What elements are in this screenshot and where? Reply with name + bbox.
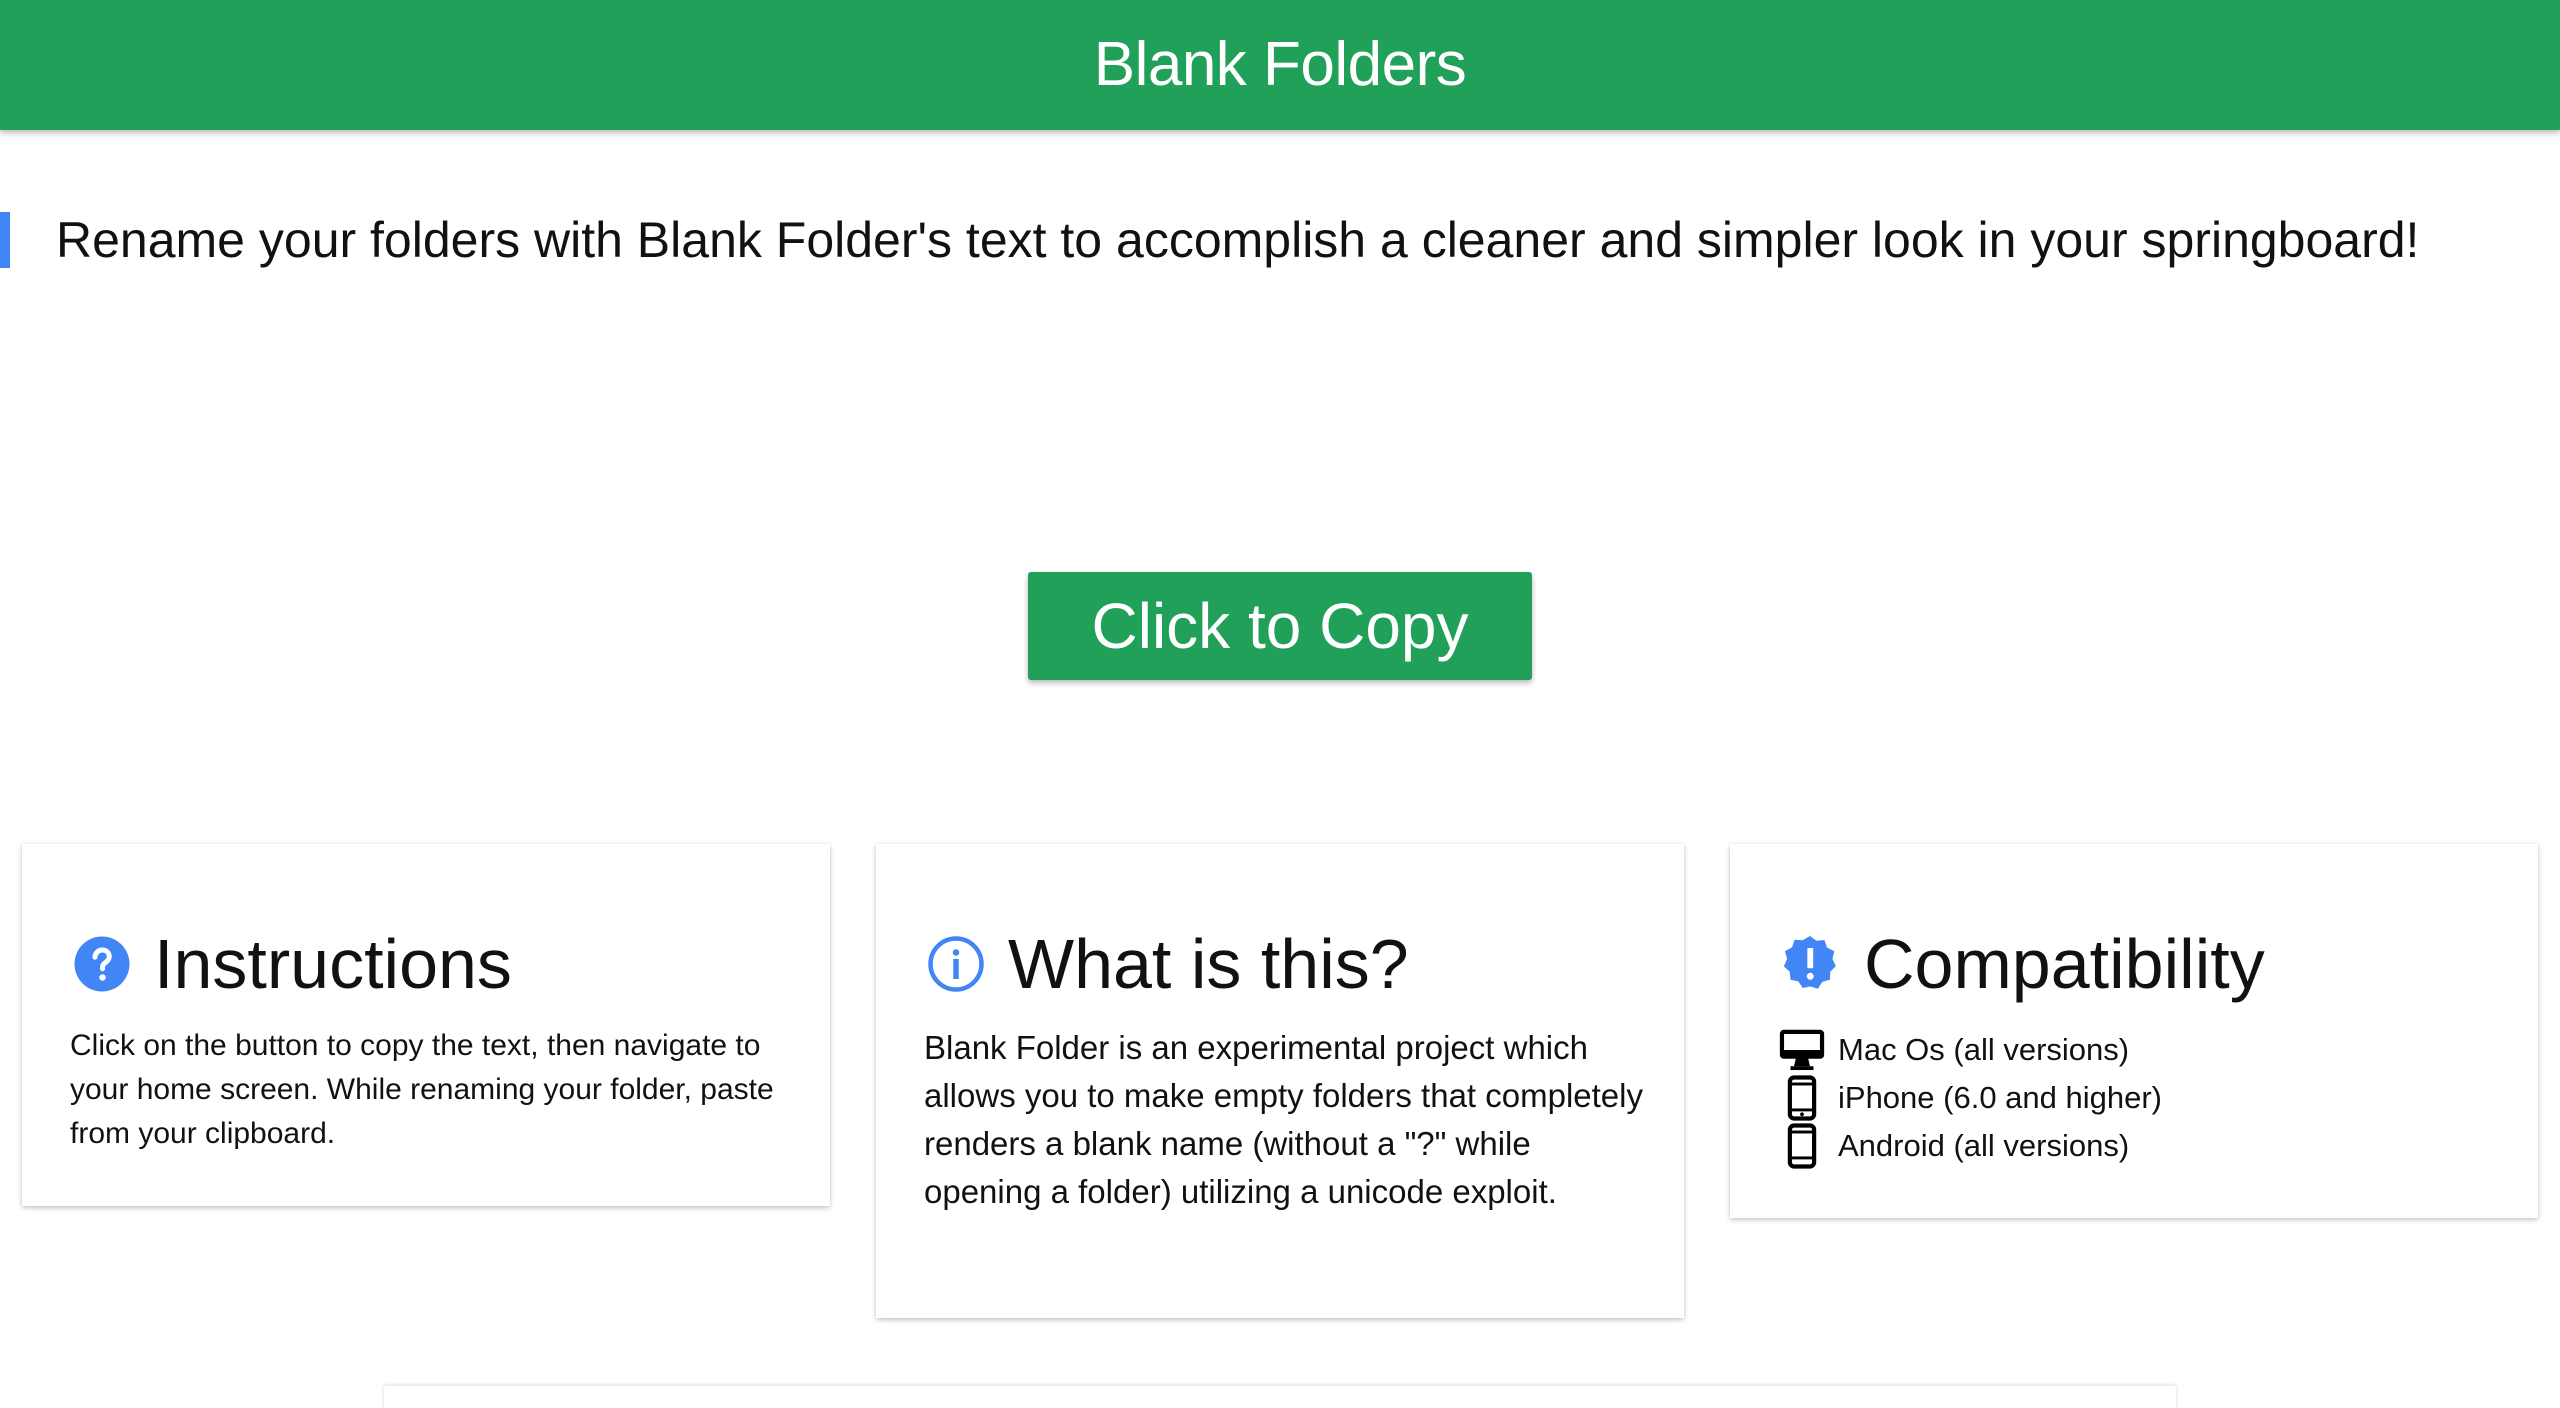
bottom-card <box>384 1386 2176 1408</box>
compatibility-card: Compatibility Mac Os (all versions) iPho… <box>1730 844 2538 1218</box>
compatibility-list: Mac Os (all versions) iPhone (6.0 and hi… <box>1778 1026 2162 1170</box>
help-circle-icon <box>72 934 132 994</box>
phone-icon <box>1778 1075 1826 1121</box>
what-is-this-header: What is this? <box>926 924 1409 1004</box>
compat-label-iphone: iPhone (6.0 and higher) <box>1838 1080 2163 1115</box>
app-header: Blank Folders <box>0 0 2560 130</box>
phone-icon <box>1778 1123 1826 1169</box>
instructions-body: Click on the button to copy the text, th… <box>70 1029 774 1150</box>
list-item: Android (all versions) <box>1778 1122 2162 1170</box>
tagline-text: Rename your folders with Blank Folder's … <box>56 212 2420 268</box>
info-icon <box>926 934 986 994</box>
what-is-this-title: What is this? <box>1008 925 1409 1003</box>
compatibility-header: Compatibility <box>1778 924 2265 1004</box>
desktop-icon <box>1778 1029 1826 1071</box>
what-is-this-card: What is this? Blank Folder is an experim… <box>876 844 1684 1318</box>
list-item: iPhone (6.0 and higher) <box>1778 1074 2162 1122</box>
verified-badge-icon <box>1778 932 1842 996</box>
copy-button[interactable]: Click to Copy <box>1028 572 1532 680</box>
instructions-card: Instructions Click on the button to copy… <box>22 844 830 1206</box>
page: Blank Folders Rename your folders with B… <box>0 0 2560 1408</box>
tagline-block: Rename your folders with Blank Folder's … <box>0 212 2419 268</box>
instructions-header: Instructions <box>72 924 512 1004</box>
instructions-title: Instructions <box>154 925 512 1003</box>
tagline-accent-bar <box>0 212 10 268</box>
compat-label-android: Android (all versions) <box>1838 1128 2130 1163</box>
compat-label-mac: Mac Os (all versions) <box>1838 1032 2130 1067</box>
compatibility-title: Compatibility <box>1864 925 2265 1003</box>
list-item: Mac Os (all versions) <box>1778 1026 2162 1074</box>
what-is-this-body: Blank Folder is an experimental project … <box>924 1029 1643 1210</box>
site-title: Blank Folders <box>1093 29 1467 99</box>
